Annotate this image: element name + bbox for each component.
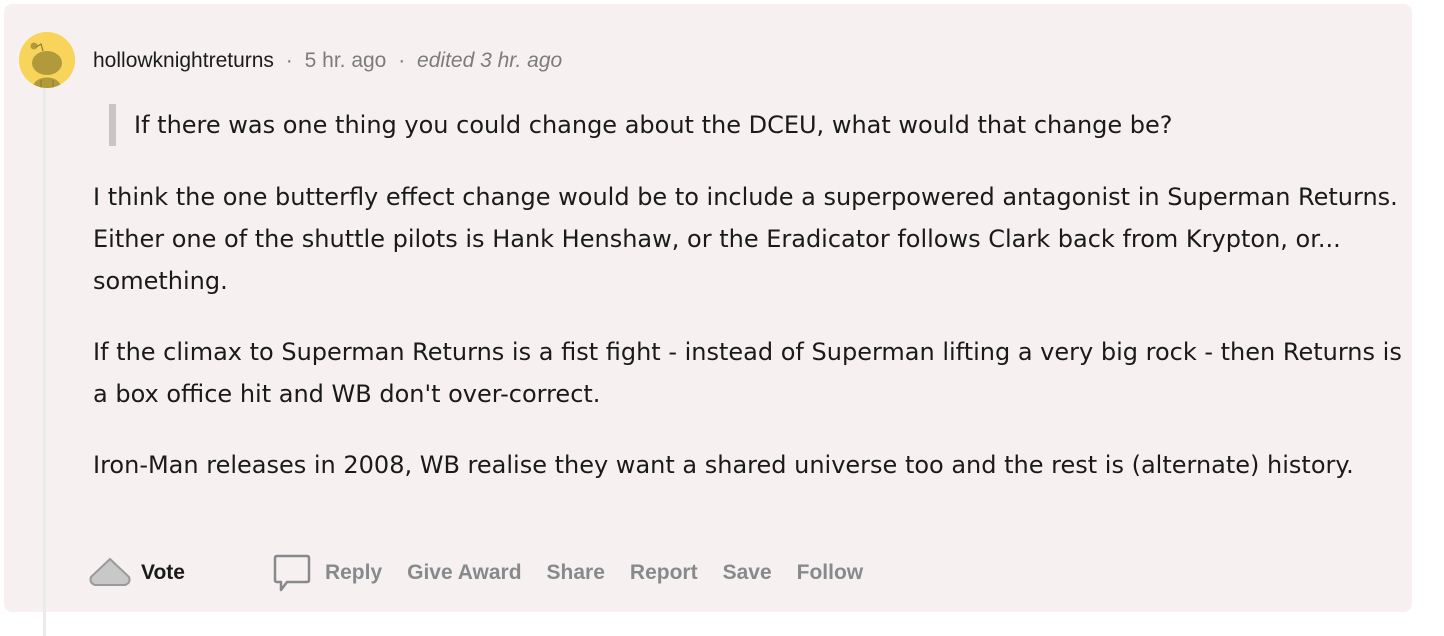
time-posted[interactable]: 5 hr. ago [305, 49, 387, 72]
give-award-button[interactable]: Give Award [407, 561, 521, 585]
follow-button[interactable]: Follow [797, 561, 864, 585]
reddit-snoo-avatar-icon [19, 32, 75, 88]
reply-button[interactable]: Reply [271, 552, 382, 594]
comment-meta: hollowknightreturns · 5 hr. ago · edited… [93, 46, 562, 76]
save-button[interactable]: Save [723, 561, 772, 585]
comment-paragraph: If the climax to Superman Returns is a f… [93, 338, 1402, 408]
upvote-icon[interactable] [84, 553, 136, 593]
meta-separator: · [285, 49, 293, 72]
comment-paragraph: Iron-Man releases in 2008, WB realise th… [93, 451, 1354, 479]
comment-actions: Vote Reply Give Award Share Report Save … [84, 550, 888, 596]
edited-time: edited 3 hr. ago [417, 49, 563, 72]
share-button[interactable]: Share [547, 561, 605, 585]
thread-line[interactable] [43, 76, 46, 636]
report-button[interactable]: Report [630, 561, 698, 585]
meta-separator: · [398, 49, 406, 72]
username-link[interactable]: hollowknightreturns [93, 49, 274, 72]
comment-card [4, 4, 1412, 612]
comment-paragraph: I think the one butterfly effect change … [93, 183, 1398, 295]
reply-label: Reply [324, 561, 383, 584]
blockquote: If there was one thing you could change … [109, 104, 1173, 146]
avatar[interactable] [19, 32, 75, 88]
comment-bubble-icon [273, 554, 311, 592]
vote-label: Vote [141, 561, 185, 584]
